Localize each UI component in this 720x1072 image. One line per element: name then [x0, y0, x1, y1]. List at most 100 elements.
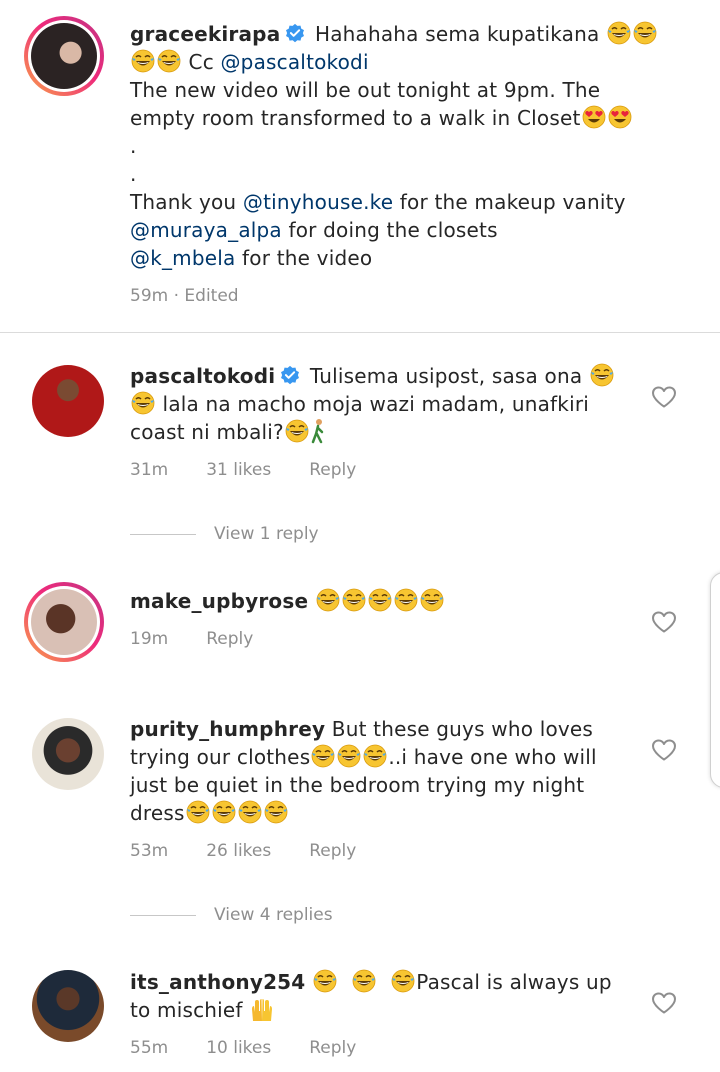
comment-meta: 19m Reply — [130, 629, 291, 649]
comment-meta: 53m 26 likes Reply — [130, 841, 394, 861]
caption-text-part: Thank you — [130, 190, 243, 214]
caption-text: graceekirapa Hahahaha sema kupatikana Cc… — [130, 20, 690, 272]
comment-avatar[interactable] — [32, 365, 104, 437]
tears-of-joy-emoji — [285, 419, 309, 443]
heart-eyes-emoji — [608, 105, 632, 129]
tears-of-joy-emoji — [131, 391, 155, 415]
tears-of-joy-emoji — [633, 21, 657, 45]
comment-text: pascaltokodi Tulisema usipost, sasa ona … — [130, 362, 630, 446]
comment-body: ..i have one who will — [388, 745, 597, 769]
mention-link[interactable]: @k_mbela — [130, 246, 235, 270]
comment-avatar[interactable] — [24, 582, 104, 662]
comment-avatar[interactable] — [32, 718, 104, 790]
comment-body: lala na macho moja wazi madam, unafkiri — [156, 392, 589, 416]
reply-button[interactable]: Reply — [309, 1038, 356, 1058]
comment-body: just be quiet in the bedroom trying my n… — [130, 773, 585, 797]
tears-of-joy-emoji — [420, 588, 444, 612]
caption-line-4: empty room transformed to a walk in Clos… — [130, 106, 581, 130]
tears-of-joy-emoji — [313, 969, 337, 993]
view-replies-button[interactable]: View 1 reply — [130, 524, 319, 544]
view-replies-button[interactable]: View 4 replies — [130, 905, 333, 925]
caption-text-part: for doing the closets — [281, 218, 498, 242]
avatar-image — [31, 23, 97, 89]
caption-dot: . — [130, 134, 137, 158]
tears-of-joy-emoji — [316, 588, 340, 612]
verified-badge-icon — [284, 23, 306, 45]
caption-cc: Cc — [182, 50, 221, 74]
caption-username[interactable]: graceekirapa — [130, 22, 280, 46]
tears-of-joy-emoji — [391, 969, 415, 993]
comment-body: Tulisema usipost, sasa ona — [309, 364, 589, 388]
raised-hands-emoji — [252, 999, 273, 1021]
view-replies-label: View 1 reply — [214, 524, 319, 544]
heart-outline-icon[interactable] — [651, 738, 677, 762]
tears-of-joy-emoji — [212, 800, 236, 824]
tears-of-joy-emoji — [352, 969, 376, 993]
reply-button[interactable]: Reply — [206, 629, 253, 649]
heart-eyes-emoji — [582, 105, 606, 129]
mention-link[interactable]: @pascaltokodi — [220, 50, 368, 74]
tears-of-joy-emoji — [264, 800, 288, 824]
mention-link[interactable]: @muraya_alpa — [130, 218, 282, 242]
tears-of-joy-emoji — [157, 49, 181, 73]
comment-body: to mischief — [130, 998, 250, 1022]
tears-of-joy-emoji — [394, 588, 418, 612]
comment-text: make_upbyrose — [130, 587, 630, 615]
comment-username[interactable]: its_anthony254 — [130, 970, 305, 994]
tears-of-joy-emoji — [342, 588, 366, 612]
avatar-image — [32, 718, 104, 790]
avatar-image — [32, 365, 104, 437]
replies-line — [130, 533, 196, 535]
timestamp: 59m — [130, 286, 169, 306]
person-walking-emoji — [311, 419, 324, 444]
reply-button[interactable]: Reply — [309, 460, 356, 480]
timestamp: 31m — [130, 460, 169, 480]
replies-line — [130, 914, 196, 916]
caption-text-part: for the makeup vanity — [393, 190, 626, 214]
comment-text: purity_humphrey But these guys who loves… — [130, 715, 630, 827]
tears-of-joy-emoji — [238, 800, 262, 824]
avatar-image — [32, 970, 104, 1042]
reply-button[interactable]: Reply — [309, 841, 356, 861]
heart-outline-icon[interactable] — [651, 991, 677, 1015]
tears-of-joy-emoji — [363, 744, 387, 768]
caption-text-part: for the video — [235, 246, 373, 270]
comment-body: trying our clothes — [130, 745, 311, 769]
comment-meta: 31m 31 likes Reply — [130, 460, 394, 480]
verified-badge-icon — [279, 365, 301, 387]
likes-count[interactable]: 26 likes — [206, 841, 271, 861]
comment-username[interactable]: purity_humphrey — [130, 717, 325, 741]
tears-of-joy-emoji — [607, 21, 631, 45]
mention-link[interactable]: @tinyhouse.ke — [243, 190, 393, 214]
caption-divider — [0, 332, 720, 333]
comment-avatar[interactable] — [32, 970, 104, 1042]
comment-meta: 55m 10 likes Reply — [130, 1038, 394, 1058]
view-replies-label: View 4 replies — [214, 905, 333, 925]
likes-count[interactable]: 31 likes — [206, 460, 271, 480]
side-scroll-handle[interactable] — [710, 572, 720, 788]
tears-of-joy-emoji — [186, 800, 210, 824]
avatar-image — [31, 589, 97, 655]
tears-of-joy-emoji — [131, 49, 155, 73]
comment-username[interactable]: make_upbyrose — [130, 589, 308, 613]
timestamp: 19m — [130, 629, 169, 649]
tears-of-joy-emoji — [337, 744, 361, 768]
caption-dot: . — [130, 162, 137, 186]
caption-line-1: Hahahaha sema kupatikana — [314, 22, 606, 46]
heart-outline-icon[interactable] — [651, 385, 677, 409]
comment-body: coast ni mbali? — [130, 420, 284, 444]
timestamp: 55m — [130, 1038, 169, 1058]
heart-outline-icon[interactable] — [651, 610, 677, 634]
comment-body: dress — [130, 801, 185, 825]
tears-of-joy-emoji — [590, 363, 614, 387]
comment-body: Pascal is always up — [416, 970, 612, 994]
comment-body: But these guys who loves — [331, 717, 594, 741]
timestamp: 53m — [130, 841, 169, 861]
caption-avatar[interactable] — [24, 16, 104, 96]
edited-label: Edited — [184, 286, 239, 306]
caption-line-3: The new video will be out tonight at 9pm… — [130, 78, 601, 102]
comment-username[interactable]: pascaltokodi — [130, 364, 275, 388]
comment-text: its_anthony254 Pascal is always up to mi… — [130, 968, 630, 1024]
tears-of-joy-emoji — [311, 744, 335, 768]
likes-count[interactable]: 10 likes — [206, 1038, 271, 1058]
